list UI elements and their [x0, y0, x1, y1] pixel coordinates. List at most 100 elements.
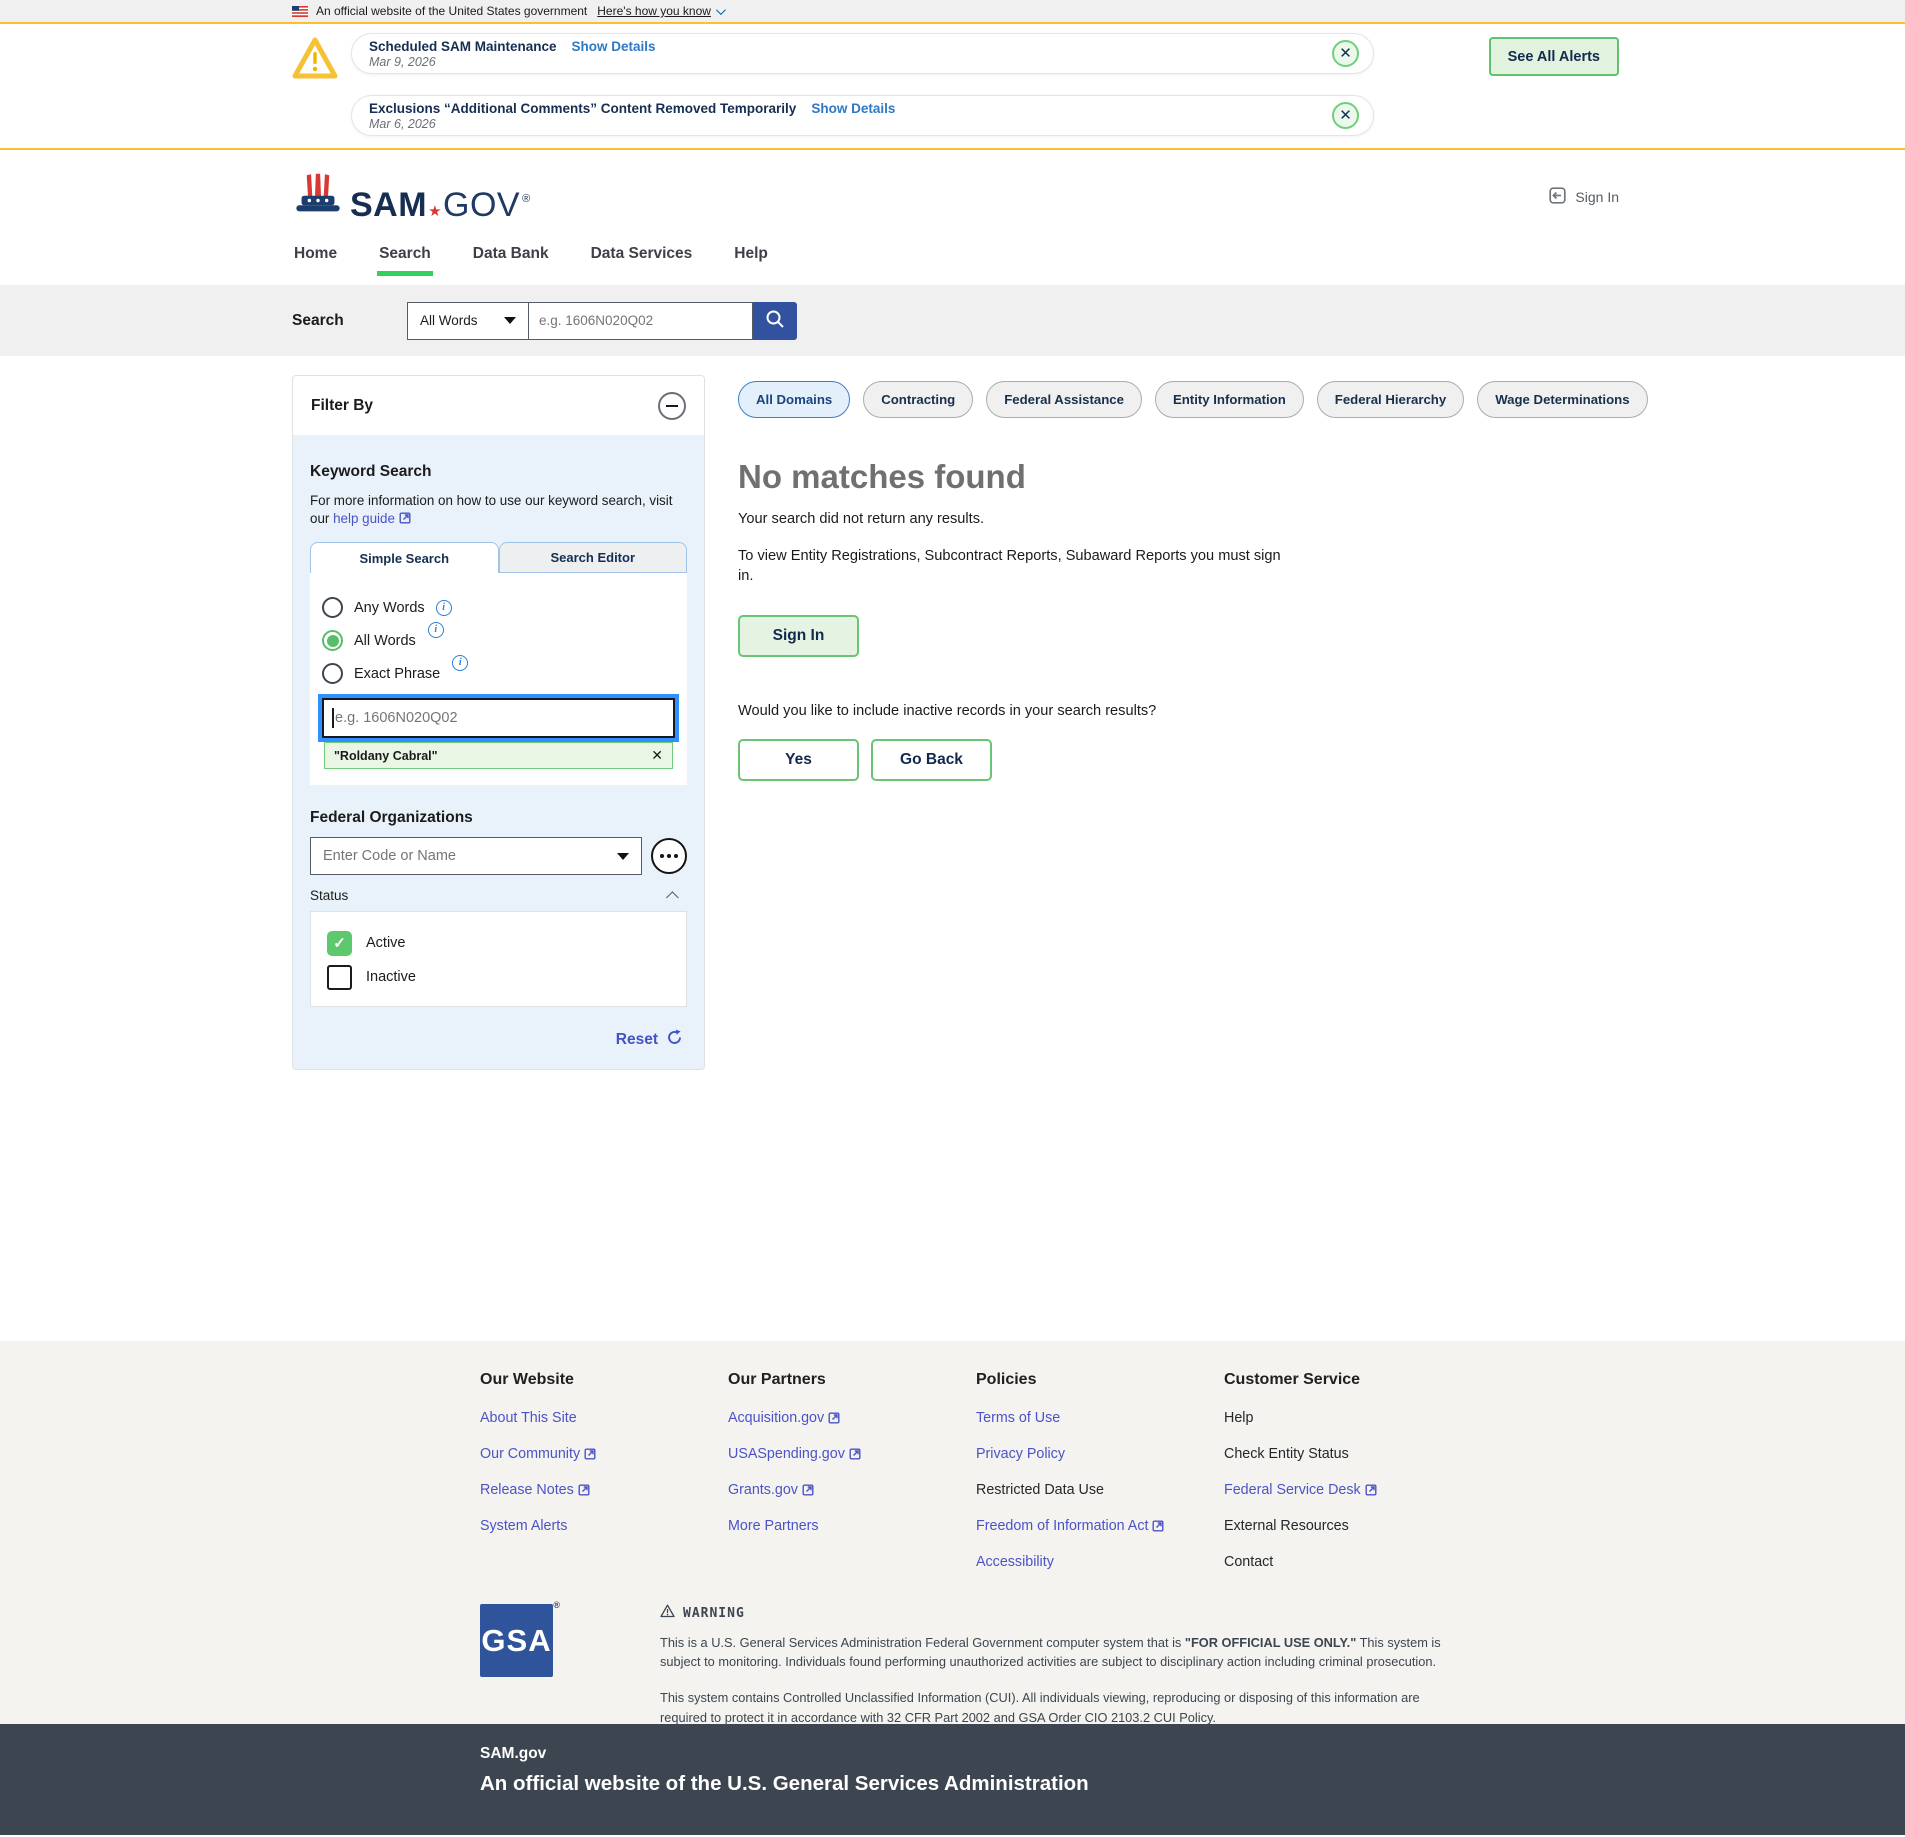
star-icon: ★ — [428, 204, 442, 219]
info-icon[interactable]: i — [436, 600, 452, 616]
search-input[interactable]: e.g. 1606N020Q02 — [529, 302, 753, 340]
go-back-button[interactable]: Go Back — [871, 739, 992, 781]
checkbox-inactive[interactable] — [327, 965, 352, 990]
warning-paragraph-1: This is a U.S. General Services Administ… — [660, 1633, 1450, 1671]
search-icon — [764, 308, 786, 333]
footer-link-acquisition-gov[interactable]: Acquisition.gov — [728, 1410, 976, 1426]
gsa-logo: GSA ® — [480, 1604, 553, 1677]
footer-link-usaspending-gov[interactable]: USASpending.gov — [728, 1446, 976, 1462]
inactive-records-question: Would you like to include inactive recor… — [738, 703, 1598, 719]
warning-paragraph-2: This system contains Controlled Unclassi… — [660, 1688, 1450, 1726]
footer-link-contact[interactable]: Contact — [1224, 1554, 1472, 1570]
uncle-sam-hat-icon — [292, 171, 344, 222]
warning-icon — [660, 1604, 675, 1622]
radio-all-words[interactable] — [322, 630, 343, 651]
close-icon[interactable]: ✕ — [1332, 102, 1359, 129]
external-link-icon — [828, 1412, 840, 1424]
alert-show-details-link[interactable]: Show Details — [572, 39, 656, 54]
see-all-alerts-button[interactable]: See All Alerts — [1489, 37, 1619, 76]
dark-footer: SAM.gov An official website of the U.S. … — [0, 1724, 1905, 1835]
caret-down-icon — [504, 317, 516, 324]
keyword-info-text: For more information on how to use our k… — [310, 492, 687, 528]
nav-item-home[interactable]: Home — [292, 243, 339, 276]
search-mode-select[interactable]: All Words — [407, 302, 529, 340]
footer-link-grants-gov[interactable]: Grants.gov — [728, 1482, 976, 1498]
sign-in-button[interactable]: Sign In — [738, 615, 859, 657]
footer-link-our-community[interactable]: Our Community — [480, 1446, 728, 1462]
simple-search-card: Any Words i All Words i Exact Phrase i e… — [310, 573, 687, 785]
pill-all-domains[interactable]: All Domains — [738, 381, 850, 418]
external-link-icon — [802, 1484, 814, 1496]
close-icon[interactable]: ✕ — [1332, 40, 1359, 67]
chevron-down-icon — [716, 5, 726, 15]
footer-col-customer-service: Customer Service Help Check Entity Statu… — [1224, 1371, 1472, 1590]
footer-link-terms-of-use[interactable]: Terms of Use — [976, 1410, 1224, 1426]
info-icon[interactable]: i — [428, 622, 444, 638]
gov-banner-how-link[interactable]: Here's how you know — [597, 4, 723, 18]
footer-link-about-this-site[interactable]: About This Site — [480, 1410, 728, 1426]
external-link-icon — [849, 1448, 861, 1460]
info-icon[interactable]: i — [452, 655, 468, 671]
brand-sam: SAM — [350, 188, 427, 222]
filter-panel: Filter By Keyword Search For more inform… — [292, 375, 705, 1070]
footer-link-restricted-data-use[interactable]: Restricted Data Use — [976, 1482, 1224, 1498]
footer-link-more-partners[interactable]: More Partners — [728, 1518, 976, 1534]
footer-link-external-resources[interactable]: External Resources — [1224, 1518, 1472, 1534]
filter-by-title: Filter By — [311, 397, 373, 415]
help-guide-link[interactable]: help guide — [333, 511, 411, 526]
keyword-input[interactable]: e.g. 1606N020Q02 — [322, 698, 675, 738]
footer-link-release-notes[interactable]: Release Notes — [480, 1482, 728, 1498]
alert-show-details-link[interactable]: Show Details — [811, 101, 895, 116]
pill-entity-information[interactable]: Entity Information — [1155, 381, 1304, 418]
yes-button[interactable]: Yes — [738, 739, 859, 781]
footer-link-privacy-policy[interactable]: Privacy Policy — [976, 1446, 1224, 1462]
search-results: All Domains Contracting Federal Assistan… — [738, 356, 1598, 781]
ellipsis-icon[interactable] — [651, 838, 687, 874]
status-heading: Status — [310, 888, 348, 903]
search-button[interactable] — [753, 302, 797, 340]
sign-in-required-text: To view Entity Registrations, Subcontrac… — [738, 546, 1293, 587]
alert-date: Mar 9, 2026 — [369, 55, 656, 69]
nav-item-data-services[interactable]: Data Services — [589, 243, 695, 276]
keyword-tabs: Simple Search Search Editor — [310, 542, 687, 573]
reset-icon[interactable] — [666, 1029, 683, 1051]
footer-tagline: An official website of the U.S. General … — [480, 1772, 1905, 1796]
radio-label: Exact Phrase — [354, 666, 440, 682]
warning-heading: WARNING — [683, 1606, 745, 1621]
minus-icon[interactable] — [658, 392, 686, 420]
federal-orgs-heading: Federal Organizations — [310, 809, 687, 827]
us-flag-icon — [292, 6, 308, 17]
checkbox-label: Active — [366, 935, 406, 951]
footer-link-foia[interactable]: Freedom of Information Act — [976, 1518, 1224, 1534]
nav-item-help[interactable]: Help — [732, 243, 770, 276]
nav-item-search[interactable]: Search — [377, 243, 433, 276]
footer-link-federal-service-desk[interactable]: Federal Service Desk — [1224, 1482, 1472, 1498]
alerts-section: Scheduled SAM Maintenance Show Details M… — [0, 24, 1905, 150]
pill-federal-hierarchy[interactable]: Federal Hierarchy — [1317, 381, 1464, 418]
radio-label: Any Words — [354, 600, 425, 616]
remove-tag-icon[interactable]: ✕ — [651, 747, 663, 764]
pill-federal-assistance[interactable]: Federal Assistance — [986, 381, 1142, 418]
reset-link[interactable]: Reset — [616, 1031, 658, 1049]
pill-contracting[interactable]: Contracting — [863, 381, 973, 418]
nav-item-data-bank[interactable]: Data Bank — [471, 243, 551, 276]
footer-link-system-alerts[interactable]: System Alerts — [480, 1518, 728, 1534]
footer-link-check-entity-status[interactable]: Check Entity Status — [1224, 1446, 1472, 1462]
sign-in-link[interactable]: Sign In — [1547, 185, 1619, 209]
alert-title: Scheduled SAM Maintenance — [369, 39, 557, 54]
tab-search-editor[interactable]: Search Editor — [499, 542, 688, 573]
registered-mark: ® — [522, 194, 531, 205]
footer-link-help[interactable]: Help — [1224, 1410, 1472, 1426]
checkbox-active[interactable]: ✓ — [327, 931, 352, 956]
gov-banner-text: An official website of the United States… — [316, 4, 587, 18]
radio-exact-phrase[interactable] — [322, 663, 343, 684]
warning-block: WARNING This is a U.S. General Services … — [660, 1604, 1450, 1727]
footer-link-accessibility[interactable]: Accessibility — [976, 1554, 1224, 1570]
chevron-up-icon[interactable] — [666, 891, 679, 904]
federal-orgs-select[interactable]: Enter Code or Name — [310, 837, 642, 875]
tab-simple-search[interactable]: Simple Search — [310, 542, 499, 573]
footer-col-policies: Policies Terms of Use Privacy Policy Res… — [976, 1371, 1224, 1590]
sam-gov-logo[interactable]: SAM★GOV® — [292, 171, 531, 222]
radio-any-words[interactable] — [322, 597, 343, 618]
pill-wage-determinations[interactable]: Wage Determinations — [1477, 381, 1647, 418]
